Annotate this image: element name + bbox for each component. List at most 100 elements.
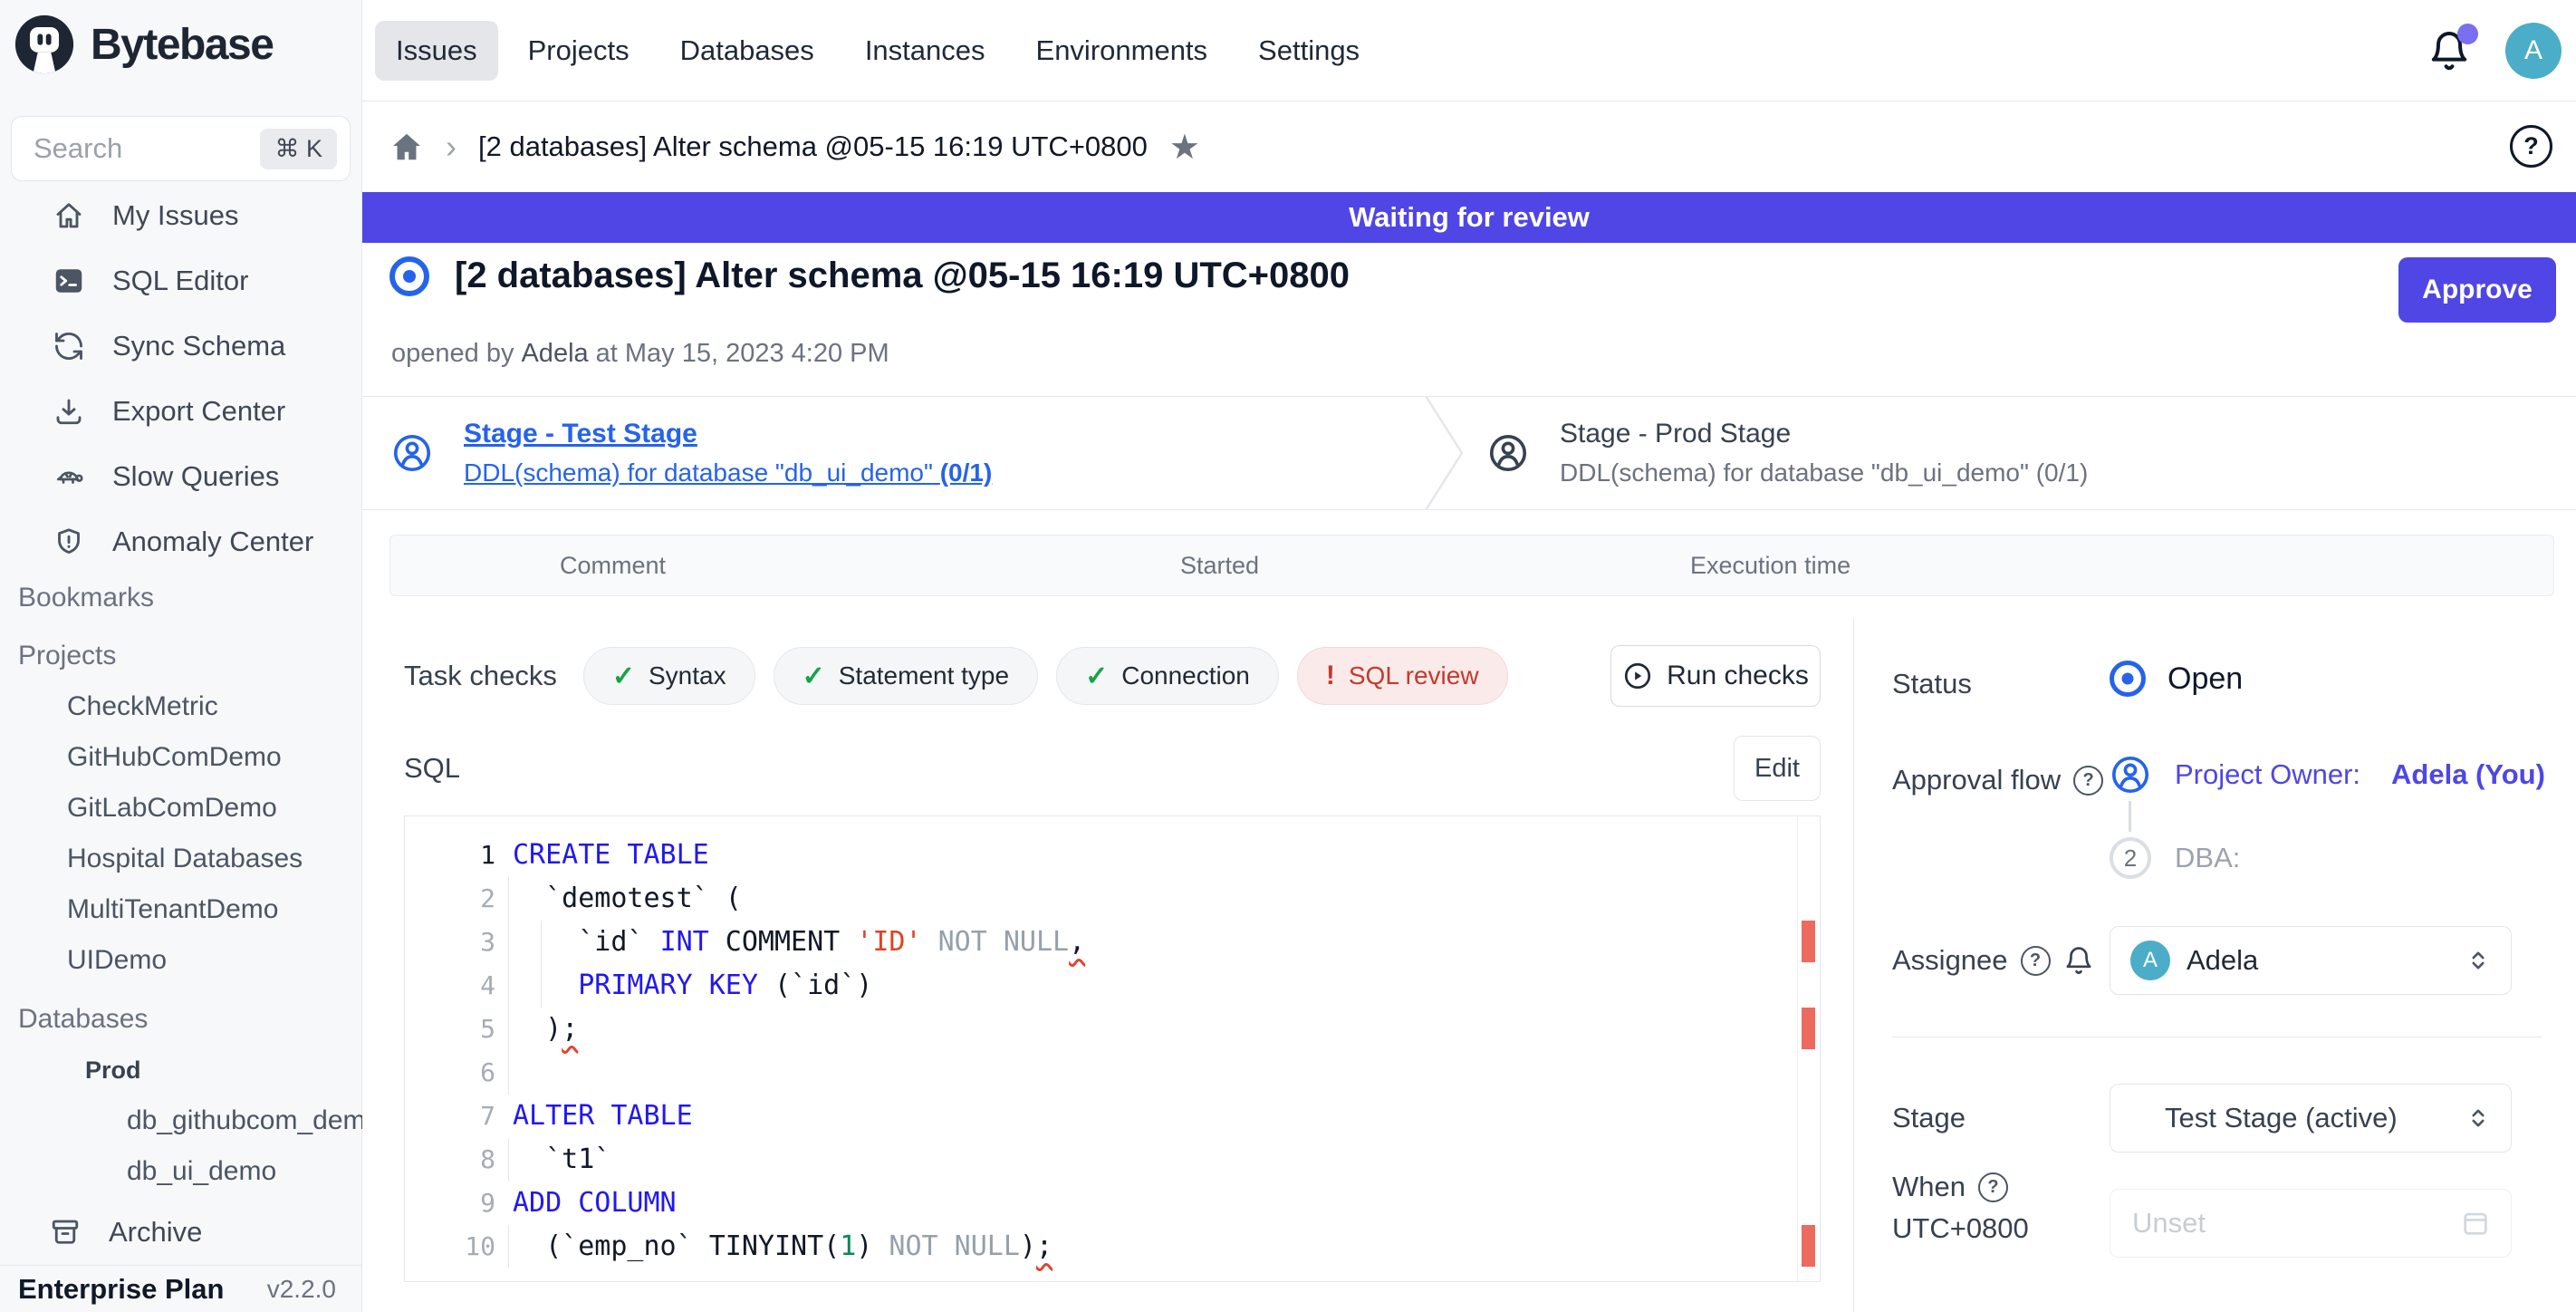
check-pill-label: SQL review <box>1349 661 1479 690</box>
when-label-text: When <box>1892 1171 1966 1203</box>
check-pill-label: Statement type <box>839 661 1009 690</box>
stage-title-link[interactable]: Stage - Test Stage <box>464 419 992 449</box>
sidebar-project-item[interactable]: UIDemo <box>0 935 361 986</box>
code-line: 2 `demotest` ( <box>405 877 1820 921</box>
byline-author[interactable]: Adela <box>521 339 588 368</box>
line-number: 4 <box>405 964 495 1008</box>
stage-task-link[interactable]: DDL(schema) for database "db_ui_demo" (0… <box>464 458 992 487</box>
sidebar-section-bookmarks[interactable]: Bookmarks <box>0 574 361 622</box>
when-placeholder: Unset <box>2132 1207 2206 1240</box>
stage-label-text: Stage <box>1892 1102 1966 1134</box>
tab-databases[interactable]: Databases <box>659 21 835 81</box>
sidebar-item-slow-queries[interactable]: Slow Queries <box>0 444 361 509</box>
main-content: › [2 databases] Alter schema @05-15 16:1… <box>362 101 2576 1312</box>
line-number: 10 <box>405 1225 495 1269</box>
main-nav: Issues Projects Databases Instances Envi… <box>375 21 1380 81</box>
help-button[interactable]: ? <box>2510 125 2552 168</box>
check-pass-icon: ✓ <box>803 661 825 692</box>
star-icon[interactable]: ★ <box>1169 127 1200 168</box>
check-pill-syntax[interactable]: ✓ Syntax <box>583 647 755 705</box>
terminal-icon <box>51 263 87 299</box>
help-circle-icon[interactable]: ? <box>2073 766 2103 796</box>
archive-icon <box>47 1214 83 1250</box>
error-marker <box>1802 1008 1815 1049</box>
sql-code-lines: 1CREATE TABLE2 `demotest` (3 `id` INT CO… <box>405 834 1820 1269</box>
plan-footer[interactable]: Enterprise Plan v2.2.0 <box>0 1265 361 1312</box>
breadcrumb: › [2 databases] Alter schema @05-15 16:1… <box>389 116 1200 178</box>
approval-step-approver[interactable]: Adela (You) <box>2391 758 2545 791</box>
column-header-started: Started <box>1180 535 1259 595</box>
sidebar-section-databases[interactable]: Databases <box>0 996 361 1043</box>
tab-environments[interactable]: Environments <box>1015 21 1229 81</box>
plan-version: v2.2.0 <box>267 1275 336 1304</box>
tab-issues[interactable]: Issues <box>375 21 498 81</box>
breadcrumb-home-icon[interactable] <box>389 130 424 164</box>
line-number: 6 <box>405 1051 495 1095</box>
stage-card-prod[interactable]: Stage - Prod Stage DDL(schema) for datab… <box>1487 419 2088 487</box>
edit-sql-button[interactable]: Edit <box>1734 736 1821 801</box>
issue-open-icon <box>389 256 429 296</box>
sidebar-item-label: Archive <box>109 1216 202 1249</box>
sidebar-database-item[interactable]: db_githubcom_demo <box>0 1095 361 1146</box>
stage-label: Stage <box>1892 1102 1966 1134</box>
logo-text: Bytebase <box>91 20 273 70</box>
help-circle-icon[interactable]: ? <box>2021 946 2051 976</box>
stage-strip: Stage - Test Stage DDL(schema) for datab… <box>362 396 2576 510</box>
sidebar-project-item[interactable]: CheckMetric <box>0 681 361 732</box>
tab-instances[interactable]: Instances <box>844 21 1006 81</box>
sidebar-project-item[interactable]: GitHubComDemo <box>0 732 361 783</box>
help-circle-icon[interactable]: ? <box>1978 1172 2008 1202</box>
subscribe-bell-icon[interactable] <box>2063 945 2094 976</box>
line-number: 1 <box>405 834 495 877</box>
sidebar-item-archive[interactable]: Archive <box>0 1200 361 1265</box>
sidebar-item-label: Export Center <box>112 395 285 428</box>
line-number: 9 <box>405 1182 495 1225</box>
sidebar-item-sql-editor[interactable]: SQL Editor <box>0 248 361 314</box>
assignee-select[interactable]: A Adela <box>2110 926 2512 995</box>
code-line: 6 <box>405 1051 1820 1095</box>
issue-side-panel: Status Open Approval flow ? Project Owne <box>1853 618 2576 1312</box>
step-number-badge: 2 <box>2110 837 2151 879</box>
sidebar-database-item[interactable]: db_ui_demo <box>0 1146 361 1197</box>
person-circle-icon <box>391 432 433 474</box>
run-checks-button[interactable]: Run checks <box>1610 645 1821 707</box>
approve-button[interactable]: Approve <box>2398 257 2556 323</box>
line-number: 5 <box>405 1008 495 1051</box>
check-pill-sql-review[interactable]: ! SQL review <box>1297 647 1508 705</box>
assignee-avatar: A <box>2130 941 2170 980</box>
approval-step-1[interactable]: Project Owner: Adela (You) <box>2110 754 2545 796</box>
sql-editor[interactable]: 1CREATE TABLE2 `demotest` (3 `id` INT CO… <box>404 815 1821 1282</box>
stage-select[interactable]: Test Stage (active) <box>2110 1084 2512 1153</box>
line-number: 8 <box>405 1138 495 1182</box>
sidebar-project-item[interactable]: GitLabComDemo <box>0 783 361 834</box>
tab-projects[interactable]: Projects <box>507 21 650 81</box>
stage-select-value: Test Stage (active) <box>2165 1102 2398 1134</box>
sidebar-item-my-issues[interactable]: My Issues <box>0 183 361 248</box>
breadcrumb-current[interactable]: [2 databases] Alter schema @05-15 16:19 … <box>478 130 1148 163</box>
sidebar-project-item[interactable]: MultiTenantDemo <box>0 884 361 935</box>
sidebar-item-anomaly-center[interactable]: Anomaly Center <box>0 509 361 574</box>
status-banner: Waiting for review <box>362 192 2576 243</box>
code-overview-ruler[interactable] <box>1797 816 1820 1281</box>
sidebar-item-sync-schema[interactable]: Sync Schema <box>0 314 361 379</box>
stage-card-test[interactable]: Stage - Test Stage DDL(schema) for datab… <box>391 419 1424 487</box>
sidebar-project-item[interactable]: Hospital Databases <box>0 834 361 884</box>
check-pill-statement-type[interactable]: ✓ Statement type <box>774 647 1038 705</box>
status-value: Open <box>2110 661 2243 697</box>
sidebar-section-projects[interactable]: Projects <box>0 632 361 680</box>
plan-name: Enterprise Plan <box>18 1273 224 1306</box>
line-number: 7 <box>405 1095 495 1138</box>
notification-bell-button[interactable] <box>2427 29 2471 72</box>
tab-settings[interactable]: Settings <box>1237 21 1380 81</box>
when-datetime-input[interactable]: Unset <box>2110 1189 2512 1258</box>
search-input[interactable]: Search ⌘ K <box>11 116 351 181</box>
task-table-header: Comment Started Execution time <box>389 535 2554 596</box>
check-pill-connection[interactable]: ✓ Connection <box>1056 647 1279 705</box>
code-line: 10 (`emp_no` TINYINT(1) NOT NULL); <box>405 1225 1820 1269</box>
bytebase-app: Bytebase Search ⌘ K My Issues SQL Editor <box>0 0 2576 1312</box>
status-label-text: Status <box>1892 668 1972 700</box>
sidebar-item-export-center[interactable]: Export Center <box>0 379 361 444</box>
avatar[interactable]: A <box>2505 23 2562 79</box>
logo[interactable]: Bytebase <box>0 0 361 83</box>
sidebar: Bytebase Search ⌘ K My Issues SQL Editor <box>0 0 362 1312</box>
